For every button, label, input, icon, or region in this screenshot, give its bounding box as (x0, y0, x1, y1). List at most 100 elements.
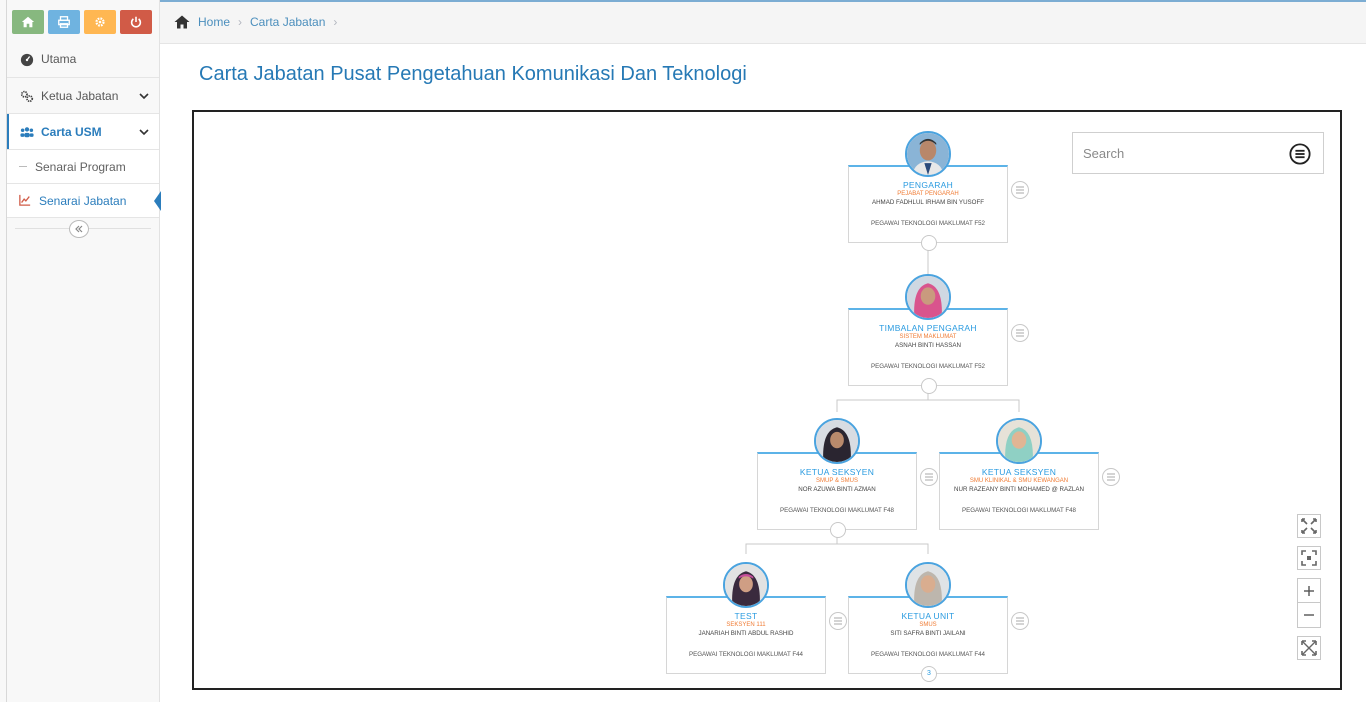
node-name: ASNAH BINTI HASSAN (894, 342, 961, 349)
fit-screen-button[interactable] (1297, 514, 1321, 538)
menu-icon (1016, 617, 1024, 625)
node-name: NOR AZUWA BINTI AZMAN (798, 486, 876, 493)
sidebar-item-label: Ketua Jabatan (41, 88, 119, 103)
breadcrumb-separator-icon: › (238, 14, 243, 29)
home-icon[interactable] (174, 15, 190, 29)
avatar (905, 562, 951, 608)
print-icon (58, 16, 70, 28)
menu-icon (834, 617, 842, 625)
node-menu-button[interactable] (1011, 612, 1029, 630)
node-unit: SMUP & SMUS (816, 478, 858, 484)
sidebar-collapse-button[interactable] (69, 220, 89, 238)
fit-screen-icon (1301, 518, 1317, 534)
node-grade: PEGAWAI TEKNOLOGI MAKLUMAT F48 (961, 507, 1077, 514)
org-node-test[interactable]: TEST SEKSYEN 111 JANARIAH BINTI ABDUL RA… (666, 562, 847, 674)
logout-shortcut-button[interactable] (120, 10, 152, 34)
node-unit: PEJABAT PENGARAH (897, 191, 959, 197)
sidebar-item-ketua-jabatan[interactable]: Ketua Jabatan (7, 78, 159, 114)
users-icon (19, 124, 35, 140)
org-node-ketua-seksyen-klinikal[interactable]: KETUA SEKSYEN SMU KLINIKAL & SMU KEWANGA… (939, 418, 1120, 530)
node-collapse-toggle[interactable] (830, 522, 846, 538)
chevron-down-icon (139, 93, 149, 100)
menu-icon (1016, 186, 1024, 194)
node-menu-button[interactable] (1102, 468, 1120, 486)
avatar (905, 131, 951, 177)
center-button[interactable] (1297, 546, 1321, 570)
tree-dash (19, 166, 27, 167)
header-accent-line (160, 0, 1366, 2)
home-shortcut-button[interactable] (12, 10, 44, 34)
zoom-in-out (1297, 578, 1321, 628)
breadcrumb-separator-icon: › (333, 14, 338, 29)
node-menu-button[interactable] (1011, 324, 1029, 342)
avatar (996, 418, 1042, 464)
woman-pink-photo (907, 276, 949, 318)
sidebar-nav: Utama Ketua Jabatan Carta USM Senarai Pr… (7, 46, 161, 240)
sidebar-subitem-label: Senarai Jabatan (39, 193, 127, 208)
sidebar-item-carta-usm[interactable]: Carta USM (7, 114, 159, 150)
node-name: NUR RAZEANY BINTI MOHAMED @ RAZLAN (954, 486, 1084, 493)
sidebar: Utama Ketua Jabatan Carta USM Senarai Pr… (0, 0, 161, 702)
node-role: KETUA UNIT (901, 611, 955, 621)
breadcrumb-carta-jabatan-link[interactable]: Carta Jabatan (250, 15, 325, 29)
woman-grey-photo (907, 564, 949, 606)
org-node-pengarah[interactable]: PENGARAH PEJABAT PENGARAH AHMAD FADHLUL … (848, 131, 1029, 251)
node-grade: PEGAWAI TEKNOLOGI MAKLUMAT F44 (870, 651, 986, 658)
chevron-down-icon (139, 129, 149, 136)
node-role: TIMBALAN PENGARAH (879, 323, 977, 333)
fullscreen-button[interactable] (1297, 636, 1321, 660)
fullscreen-icon (1301, 640, 1317, 656)
print-shortcut-button[interactable] (48, 10, 80, 34)
sidebar-subitem-senarai-program[interactable]: Senarai Program (7, 150, 159, 184)
node-unit: SEKSYEN 111 (726, 622, 766, 628)
sidebar-collapse-row (7, 218, 159, 240)
menu-icon (925, 473, 933, 481)
zoom-out-button[interactable] (1298, 603, 1320, 627)
org-search-box (1072, 132, 1324, 174)
node-menu-button[interactable] (1011, 181, 1029, 199)
node-name: AHMAD FADHLUL IRHAM BIN YUSOFF (871, 199, 985, 206)
zoom-in-icon (1304, 585, 1314, 596)
cogs-icon (19, 88, 35, 104)
avatar (905, 274, 951, 320)
woman-dark-photo (816, 420, 858, 462)
org-node-ketua-unit[interactable]: KETUA UNIT SMUS SITI SAFRA BINTI JAILANI… (848, 562, 1029, 682)
node-expand-toggle[interactable]: 3 (921, 666, 937, 682)
power-icon (130, 16, 142, 28)
org-node-timbalan-pengarah[interactable]: TIMBALAN PENGARAH SISTEM MAKLUMAT ASNAH … (848, 274, 1029, 394)
page-title: Carta Jabatan Pusat Pengetahuan Komunika… (199, 63, 747, 85)
sidebar-item-utama[interactable]: Utama (7, 46, 159, 78)
node-role: KETUA SEKSYEN (981, 467, 1057, 477)
node-role: KETUA SEKSYEN (799, 467, 875, 477)
node-collapse-toggle[interactable] (921, 235, 937, 251)
node-unit: SISTEM MAKLUMAT (899, 334, 957, 340)
node-grade: PEGAWAI TEKNOLOGI MAKLUMAT F52 (870, 363, 986, 370)
breadcrumb-home-link[interactable]: Home (198, 15, 230, 29)
node-unit: SMU KLINIKAL & SMU KEWANGAN (969, 478, 1069, 484)
menu-icon[interactable] (1289, 143, 1311, 165)
man-photo (907, 133, 949, 175)
sidebar-item-label: Utama (41, 52, 77, 66)
zoom-in-button[interactable] (1298, 579, 1320, 603)
org-search-input[interactable] (1083, 145, 1273, 161)
avatar (814, 418, 860, 464)
node-name: JANARIAH BINTI ABDUL RASHID (698, 630, 794, 637)
node-menu-button[interactable] (920, 468, 938, 486)
node-grade: PEGAWAI TEKNOLOGI MAKLUMAT F48 (779, 507, 895, 514)
gear-icon (95, 17, 105, 27)
dashboard-icon (19, 52, 35, 68)
org-node-ketua-seksyen-smup[interactable]: KETUA SEKSYEN SMUP & SMUS NOR AZUWA BINT… (757, 418, 938, 538)
node-grade: PEGAWAI TEKNOLOGI MAKLUMAT F44 (688, 651, 804, 658)
node-role: TEST (734, 611, 758, 621)
sidebar-subitem-senarai-jabatan[interactable]: Senarai Jabatan (7, 184, 161, 218)
settings-shortcut-button[interactable] (84, 10, 116, 34)
menu-icon (1016, 329, 1024, 337)
woman-teal-photo (998, 420, 1040, 462)
org-chart-canvas[interactable]: PENGARAH PEJABAT PENGARAH AHMAD FADHLUL … (192, 110, 1342, 690)
chart-icon (19, 194, 33, 208)
node-menu-button[interactable] (829, 612, 847, 630)
node-grade: PEGAWAI TEKNOLOGI MAKLUMAT F52 (870, 220, 986, 227)
node-collapse-toggle[interactable] (921, 378, 937, 394)
node-name: SITI SAFRA BINTI JAILANI (890, 630, 966, 637)
zoom-out-icon (1304, 614, 1314, 616)
